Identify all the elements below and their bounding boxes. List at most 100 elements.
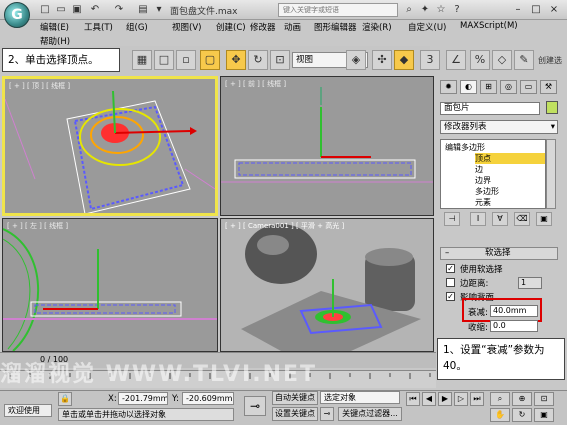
select-scale-button[interactable]: ⊡ — [270, 50, 290, 70]
snaps-toggle-button[interactable]: 3 — [420, 50, 440, 70]
search-input[interactable]: 键入关键字或短语 — [278, 3, 398, 17]
select-rotate-button[interactable]: ↻ — [248, 50, 268, 70]
select-object-button[interactable]: ▢ — [200, 50, 220, 70]
menu-edit[interactable]: 编辑(E) — [40, 21, 69, 33]
close-button[interactable]: × — [546, 3, 562, 17]
display-tab-icon[interactable]: ▭ — [520, 80, 537, 94]
stack-item-vertex[interactable]: 顶点 — [475, 153, 545, 164]
lock-selection-icon[interactable]: 🔒 — [58, 392, 72, 406]
modify-tab-icon[interactable]: ◐ — [460, 80, 477, 94]
pivot-center-button[interactable]: ◈ — [346, 50, 366, 70]
pin-stack-icon[interactable]: ⊣ — [444, 212, 460, 226]
stack-item-edge[interactable]: 边 — [475, 164, 483, 175]
pan-icon[interactable]: ✋ — [490, 408, 510, 422]
play-icon[interactable]: ▶ — [438, 392, 452, 406]
select-by-name-button[interactable]: ▦ — [132, 50, 152, 70]
help-icon[interactable]: ? — [450, 3, 464, 17]
menu-create[interactable]: 创建(C) — [216, 21, 246, 33]
key-icon[interactable]: ⊸ — [244, 396, 266, 416]
viewport-front-label[interactable]: [ + ] [ 前 ] [ 线框 ] — [225, 79, 286, 89]
menu-tools[interactable]: 工具(T) — [84, 21, 113, 33]
project-folder-icon[interactable]: ▤ — [136, 3, 150, 17]
affect-backfacing-checkbox[interactable]: ✓ — [446, 292, 455, 301]
motion-tab-icon[interactable]: ◎ — [500, 80, 517, 94]
menu-modifiers[interactable]: 修改器 — [250, 21, 276, 33]
x-coord-field[interactable]: -201.79mm — [118, 392, 168, 405]
stack-item-edit-poly[interactable]: 编辑多边形 — [445, 142, 485, 153]
dropdown-arrow-icon[interactable]: ▾ — [152, 3, 166, 17]
make-unique-icon[interactable]: ∀ — [492, 212, 508, 226]
search-icon[interactable]: ⌕ — [402, 3, 416, 17]
spinner-snap-button[interactable]: ◇ — [492, 50, 512, 70]
selected-object-select[interactable]: 选定对象 — [320, 391, 400, 404]
edit-named-selection-button[interactable]: ✎ — [514, 50, 534, 70]
maximize-button[interactable]: □ — [528, 3, 544, 17]
key-mode-icon[interactable]: ⊸ — [320, 407, 334, 421]
maximize-viewport-icon[interactable]: ▣ — [534, 408, 554, 422]
menu-customize[interactable]: 自定义(U) — [408, 21, 446, 33]
stack-item-element[interactable]: 元素 — [475, 197, 491, 208]
show-end-result-icon[interactable]: I — [470, 212, 486, 226]
create-selection-set-label[interactable]: 创建选 — [538, 55, 562, 66]
rect-selection-button[interactable]: □ — [154, 50, 174, 70]
soft-selection-rollout-header[interactable]: – 软选择 — [440, 247, 558, 260]
maxscript-listener[interactable]: 欢迎使用 — [4, 404, 52, 417]
viewport-left[interactable]: [ + ] [ 左 ] [ 线框 ] — [2, 218, 218, 352]
viewport-top-label[interactable]: [ + ] [ 顶 ] [ 线框 ] — [9, 81, 70, 91]
object-color-swatch[interactable] — [546, 101, 558, 114]
redo-icon[interactable]: ↷ — [112, 3, 126, 17]
window-crossing-button[interactable]: ▫ — [176, 50, 196, 70]
minimize-button[interactable]: – — [510, 3, 526, 17]
zoom-icon[interactable]: ⌕ — [490, 392, 510, 406]
set-key-button[interactable]: 设置关键点 — [272, 407, 318, 421]
menu-group[interactable]: 组(G) — [126, 21, 148, 33]
stack-item-border[interactable]: 边界 — [475, 175, 491, 186]
remove-modifier-icon[interactable]: ⌫ — [514, 212, 530, 226]
utilities-tab-icon[interactable]: ⚒ — [540, 80, 557, 94]
save-icon[interactable]: ▣ — [70, 3, 84, 17]
info-icon[interactable]: ✦ — [418, 3, 432, 17]
key-filters-button[interactable]: 关键点过滤器... — [338, 407, 402, 421]
stack-item-polygon[interactable]: 多边形 — [475, 186, 499, 197]
edge-distance-checkbox[interactable] — [446, 278, 455, 287]
menu-graph-editors[interactable]: 图形编辑器 — [314, 21, 357, 33]
viewport-left-label[interactable]: [ + ] [ 左 ] [ 线框 ] — [7, 221, 68, 231]
configure-sets-icon[interactable]: ▣ — [536, 212, 552, 226]
edge-distance-spinner[interactable]: 1 — [518, 277, 542, 289]
undo-icon[interactable]: ↶ — [88, 3, 102, 17]
select-manipulate-button[interactable]: ✣ — [372, 50, 392, 70]
menu-animation[interactable]: 动画 — [284, 21, 301, 33]
zoom-all-icon[interactable]: ⊕ — [512, 392, 532, 406]
modifier-list-dropdown[interactable]: 修改器列表 ▾ — [440, 120, 558, 134]
star-icon[interactable]: ☆ — [434, 3, 448, 17]
percent-snap-button[interactable]: % — [470, 50, 490, 70]
next-frame-icon[interactable]: ▷ — [454, 392, 468, 406]
new-file-icon[interactable]: □ — [38, 3, 52, 17]
app-logo[interactable]: G — [4, 2, 30, 28]
prev-frame-icon[interactable]: ◀ — [422, 392, 436, 406]
viewport-front[interactable]: [ + ] [ 前 ] [ 线框 ] — [220, 76, 434, 216]
use-soft-selection-checkbox[interactable]: ✓ — [446, 264, 455, 273]
create-tab-icon[interactable]: ✹ — [440, 80, 457, 94]
select-move-button[interactable]: ✥ — [226, 50, 246, 70]
modifier-stack[interactable]: 编辑多边形 顶点 边 边界 多边形 元素 — [440, 139, 546, 209]
pinch-spinner[interactable]: 0.0 — [490, 320, 538, 332]
keyboard-shortcut-button[interactable]: ◆ — [394, 50, 414, 70]
viewport-camera[interactable]: [ + ] [ Camera001 ] [ 平滑 + 高光 ] — [220, 218, 434, 352]
y-coord-field[interactable]: -20.609mm — [182, 392, 234, 405]
viewport-top[interactable]: [ + ] [ 顶 ] [ 线框 ] — [2, 76, 218, 216]
viewport-camera-label[interactable]: [ + ] [ Camera001 ] [ 平滑 + 高光 ] — [225, 221, 344, 231]
go-to-end-icon[interactable]: ⏭ — [470, 392, 484, 406]
object-name-field[interactable]: 面包片 — [440, 102, 540, 115]
menu-views[interactable]: 视图(V) — [172, 21, 201, 33]
go-to-start-icon[interactable]: ⏮ — [406, 392, 420, 406]
hierarchy-tab-icon[interactable]: ⊞ — [480, 80, 497, 94]
menu-rendering[interactable]: 渲染(R) — [362, 21, 392, 33]
stack-scrollbar[interactable] — [546, 139, 556, 209]
open-file-icon[interactable]: ▭ — [54, 3, 68, 17]
menu-maxscript[interactable]: MAXScript(M) — [460, 21, 518, 31]
auto-key-button[interactable]: 自动关键点 — [272, 391, 318, 405]
zoom-extents-icon[interactable]: ⊡ — [534, 392, 554, 406]
angle-snap-button[interactable]: ∠ — [446, 50, 466, 70]
orbit-icon[interactable]: ↻ — [512, 408, 532, 422]
